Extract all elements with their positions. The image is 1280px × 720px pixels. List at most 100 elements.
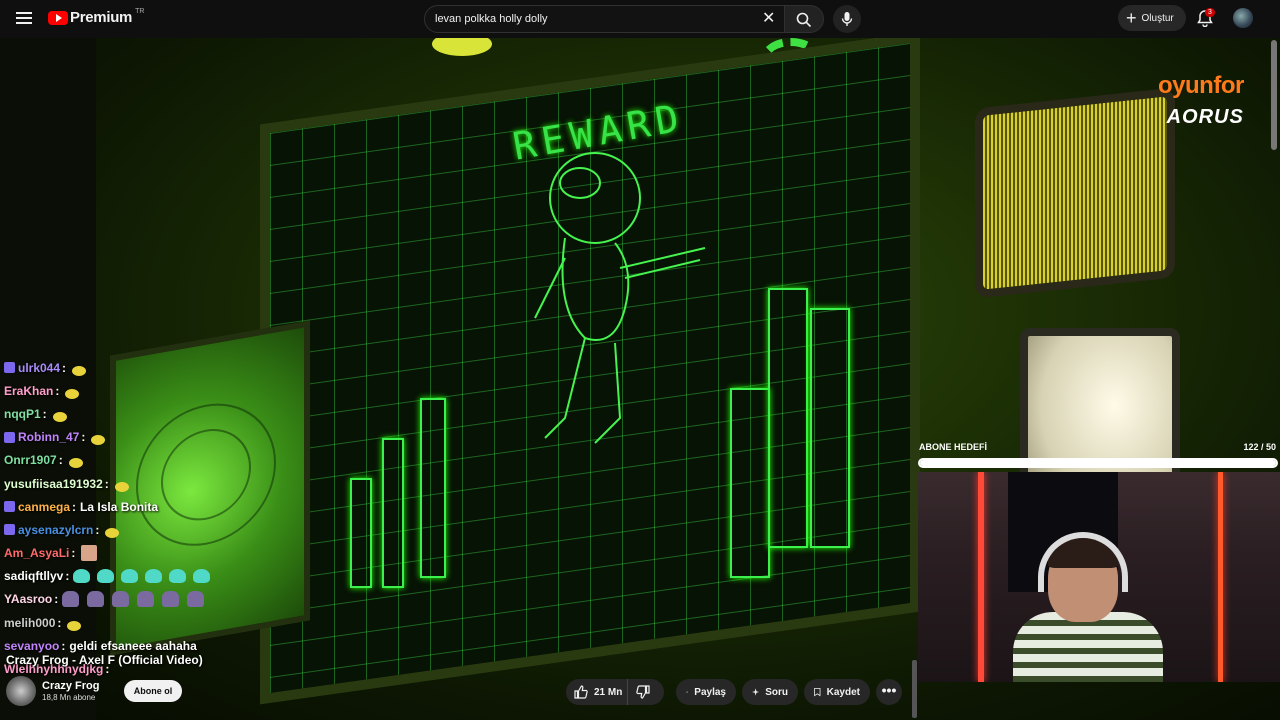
yellow-emote-icon	[68, 458, 83, 469]
blob-emote-icon	[193, 569, 211, 584]
oyunfor-logo: oyunfor	[1158, 72, 1244, 99]
yellow-emote-icon	[114, 481, 129, 492]
youtube-play-icon	[48, 10, 68, 25]
chat-username[interactable]: Am_AsyaLi	[4, 546, 69, 560]
country-code: TR	[135, 8, 145, 15]
clear-search-icon[interactable]: ✕	[762, 10, 775, 28]
thumbs-down-icon	[636, 685, 650, 699]
microphone-icon	[841, 12, 853, 26]
chat-message: Onrr1907:	[4, 449, 264, 472]
chat-username[interactable]: melih000	[4, 616, 55, 630]
sparkle-icon	[752, 688, 760, 696]
thumbs-up-icon	[574, 685, 588, 699]
chat-username[interactable]: nqqP1	[4, 407, 41, 421]
account-avatar[interactable]	[1233, 8, 1253, 28]
search-button[interactable]	[784, 5, 824, 33]
purple-emote-icon	[87, 591, 105, 608]
chat-username[interactable]: yusufiisaa191932	[4, 477, 103, 491]
chat-username[interactable]: EraKhan	[4, 384, 53, 398]
save-label: Kaydet	[826, 686, 860, 698]
share-button[interactable]: Paylaş	[676, 679, 736, 705]
channel-info[interactable]: Crazy Frog 18,8 Mn abone	[6, 676, 99, 706]
chat-message: Am_AsyaLi:	[4, 542, 264, 565]
notification-count-badge: 3	[1205, 8, 1215, 17]
channel-subscribers: 18,8 Mn abone	[42, 693, 96, 702]
plus-icon: +	[1126, 8, 1137, 28]
purple-emote-icon	[187, 591, 205, 608]
sponsor-logos: oyunfor AORUS	[1158, 72, 1244, 129]
like-dislike-group: 21 Mn	[566, 679, 664, 705]
channel-avatar[interactable]	[6, 676, 36, 706]
yellow-emote-icon	[72, 365, 87, 376]
chat-text: La Isla Bonita	[80, 499, 159, 514]
youtube-logo[interactable]: Premium TR	[48, 8, 145, 26]
chat-username[interactable]: sevanyoo	[4, 639, 59, 653]
chat-username[interactable]: sadiqftllyv	[4, 569, 63, 583]
chat-text: geldi efsaneee aahaha	[69, 638, 197, 653]
create-button[interactable]: + Oluştur	[1118, 5, 1186, 31]
top-bar: Premium TR ✕ + Oluştur 3	[0, 0, 1280, 38]
chat-scrollbar[interactable]	[912, 660, 917, 718]
chat-username[interactable]: aysenazylcrn	[18, 523, 93, 537]
logo-text: Premium	[70, 9, 133, 26]
yellow-emote-icon	[67, 620, 82, 631]
face-emote-icon	[81, 545, 98, 562]
voice-search-button[interactable]	[833, 5, 861, 33]
chat-badge-icon	[4, 431, 15, 443]
more-actions-button[interactable]: •••	[876, 679, 902, 705]
chat-overlay: ulrk044: EraKhan: nqqP1: Robinn_47: Onrr1907…	[4, 356, 264, 681]
chat-message: YAasroo:	[4, 588, 264, 611]
purple-emote-icon	[162, 591, 180, 608]
purple-emote-icon	[112, 591, 130, 608]
blob-emote-icon	[145, 569, 163, 584]
wireframe-frog-figure	[534, 152, 706, 444]
chat-message: yusufiisaa191932:	[4, 472, 264, 495]
share-arrow-icon	[686, 690, 689, 693]
channel-name[interactable]: Crazy Frog	[42, 680, 99, 692]
purple-emote-icon	[62, 591, 80, 608]
ask-button[interactable]: Soru	[742, 679, 798, 705]
subscribe-button[interactable]: Abone ol	[124, 680, 182, 702]
yellow-emote-icon	[52, 411, 67, 422]
search-icon	[796, 12, 812, 28]
purple-emote-icon	[137, 591, 155, 608]
audio-waveform-monitor	[975, 87, 1175, 299]
chat-badge-icon	[4, 362, 15, 374]
hamburger-menu-icon[interactable]	[16, 10, 32, 26]
search-input[interactable]	[435, 13, 755, 25]
share-label: Paylaş	[694, 686, 726, 698]
chat-username[interactable]: Robinn_47	[18, 430, 79, 444]
dislike-button[interactable]	[628, 685, 664, 699]
like-button[interactable]: 21 Mn	[566, 679, 628, 705]
search-box: ✕	[424, 5, 785, 33]
chat-username[interactable]: ulrk044	[18, 361, 60, 375]
chat-badge-icon	[4, 524, 15, 536]
goal-progress-fill	[920, 460, 1276, 466]
aorus-logo: AORUS	[1166, 106, 1244, 128]
subscriber-goal: ABONE HEDEFİ 122 / 50	[918, 440, 1278, 472]
chat-message: Robinn_47:	[4, 426, 264, 449]
blob-emote-icon	[73, 569, 91, 584]
chat-message: EraKhan:	[4, 379, 264, 402]
page-scrollbar[interactable]	[1271, 40, 1277, 150]
blob-emote-icon	[121, 569, 139, 584]
chat-message: nqqP1:	[4, 402, 264, 425]
yellow-emote-icon	[91, 435, 106, 446]
goal-label: ABONE HEDEFİ	[919, 442, 988, 452]
chat-username[interactable]: YAasroo	[4, 592, 52, 606]
chat-badge-icon	[4, 501, 15, 513]
blob-emote-icon	[97, 569, 115, 584]
chat-message: aysenazylcrn:	[4, 518, 264, 541]
chat-message: sadiqftllyv:	[4, 565, 264, 588]
bookmark-icon	[814, 687, 821, 697]
save-button[interactable]: Kaydet	[804, 679, 870, 705]
chat-message: melih000:	[4, 611, 264, 634]
chat-username[interactable]: canmega	[18, 500, 70, 514]
goal-count: 122 / 50	[1243, 442, 1276, 452]
create-label: Oluştur	[1141, 12, 1174, 24]
chat-message: ulrk044:	[4, 356, 264, 379]
chat-username[interactable]: Onrr1907	[4, 453, 57, 467]
yellow-emote-icon	[65, 388, 80, 399]
ask-label: Soru	[765, 686, 788, 698]
yellow-emote-icon	[105, 527, 120, 538]
